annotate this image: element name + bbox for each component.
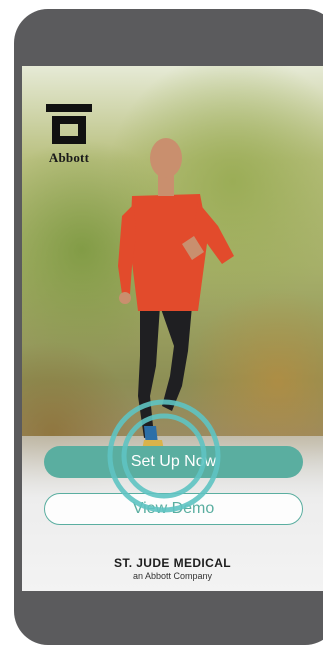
- abbott-logo: Abbott: [42, 102, 96, 166]
- brand-name: ST. JUDE MEDICAL: [113, 556, 232, 570]
- welcome-screen: Abbott Set Up Now View Demo ST. JUDE MED…: [22, 66, 323, 591]
- brand-footer: ST. JUDE MEDICAL an Abbott Company: [22, 556, 323, 581]
- brand-subtitle: an Abbott Company: [132, 571, 213, 581]
- logo-text: Abbott: [48, 150, 90, 165]
- abbott-logo-icon: [46, 104, 92, 144]
- tap-ring-icon: [107, 399, 221, 513]
